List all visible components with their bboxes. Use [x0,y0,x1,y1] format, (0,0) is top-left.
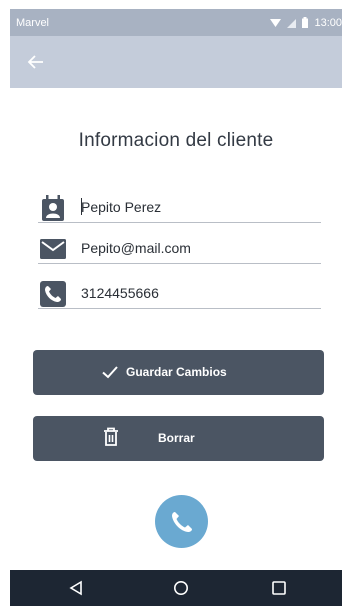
system-nav-bar [10,570,342,606]
save-changes-label: Guardar Cambios [126,365,227,379]
phone-value: 3124455666 [81,285,159,301]
status-icons: 13:00 [270,9,342,36]
nav-back-icon [69,580,82,596]
nav-recents-button[interactable] [259,570,299,606]
wifi-icon [270,18,282,27]
nav-back-button[interactable] [56,570,96,606]
email-field[interactable]: Pepito@mail.com [38,233,321,264]
name-value: Pepito Perez [81,199,162,215]
carrier-label: Marvel [16,16,50,29]
back-button[interactable] [24,50,48,74]
email-value: Pepito@mail.com [81,240,191,256]
nav-home-button[interactable] [161,570,201,606]
contact-card-icon [40,195,66,221]
trash-icon [103,427,119,447]
nav-home-icon [174,581,188,595]
status-bar: Marvel 13:00 [10,9,342,36]
arrow-left-icon [27,55,43,69]
delete-button[interactable]: Borrar [33,416,324,461]
app-bar [10,36,342,88]
mail-icon [40,236,66,262]
check-icon [101,363,119,381]
phone-icon [40,281,66,307]
page-title: Informacion del cliente [78,130,274,151]
name-field[interactable]: Pepito Perez [38,192,321,223]
delete-label: Borrar [158,431,195,445]
battery-icon [302,17,309,28]
phone-field[interactable]: 3124455666 [38,278,321,309]
nav-recents-icon [272,581,286,595]
signal-icon [287,18,297,28]
phone-icon [171,511,192,532]
save-changes-button[interactable]: Guardar Cambios [33,350,324,395]
call-fab[interactable] [155,495,208,548]
status-time: 13:00 [314,16,342,29]
